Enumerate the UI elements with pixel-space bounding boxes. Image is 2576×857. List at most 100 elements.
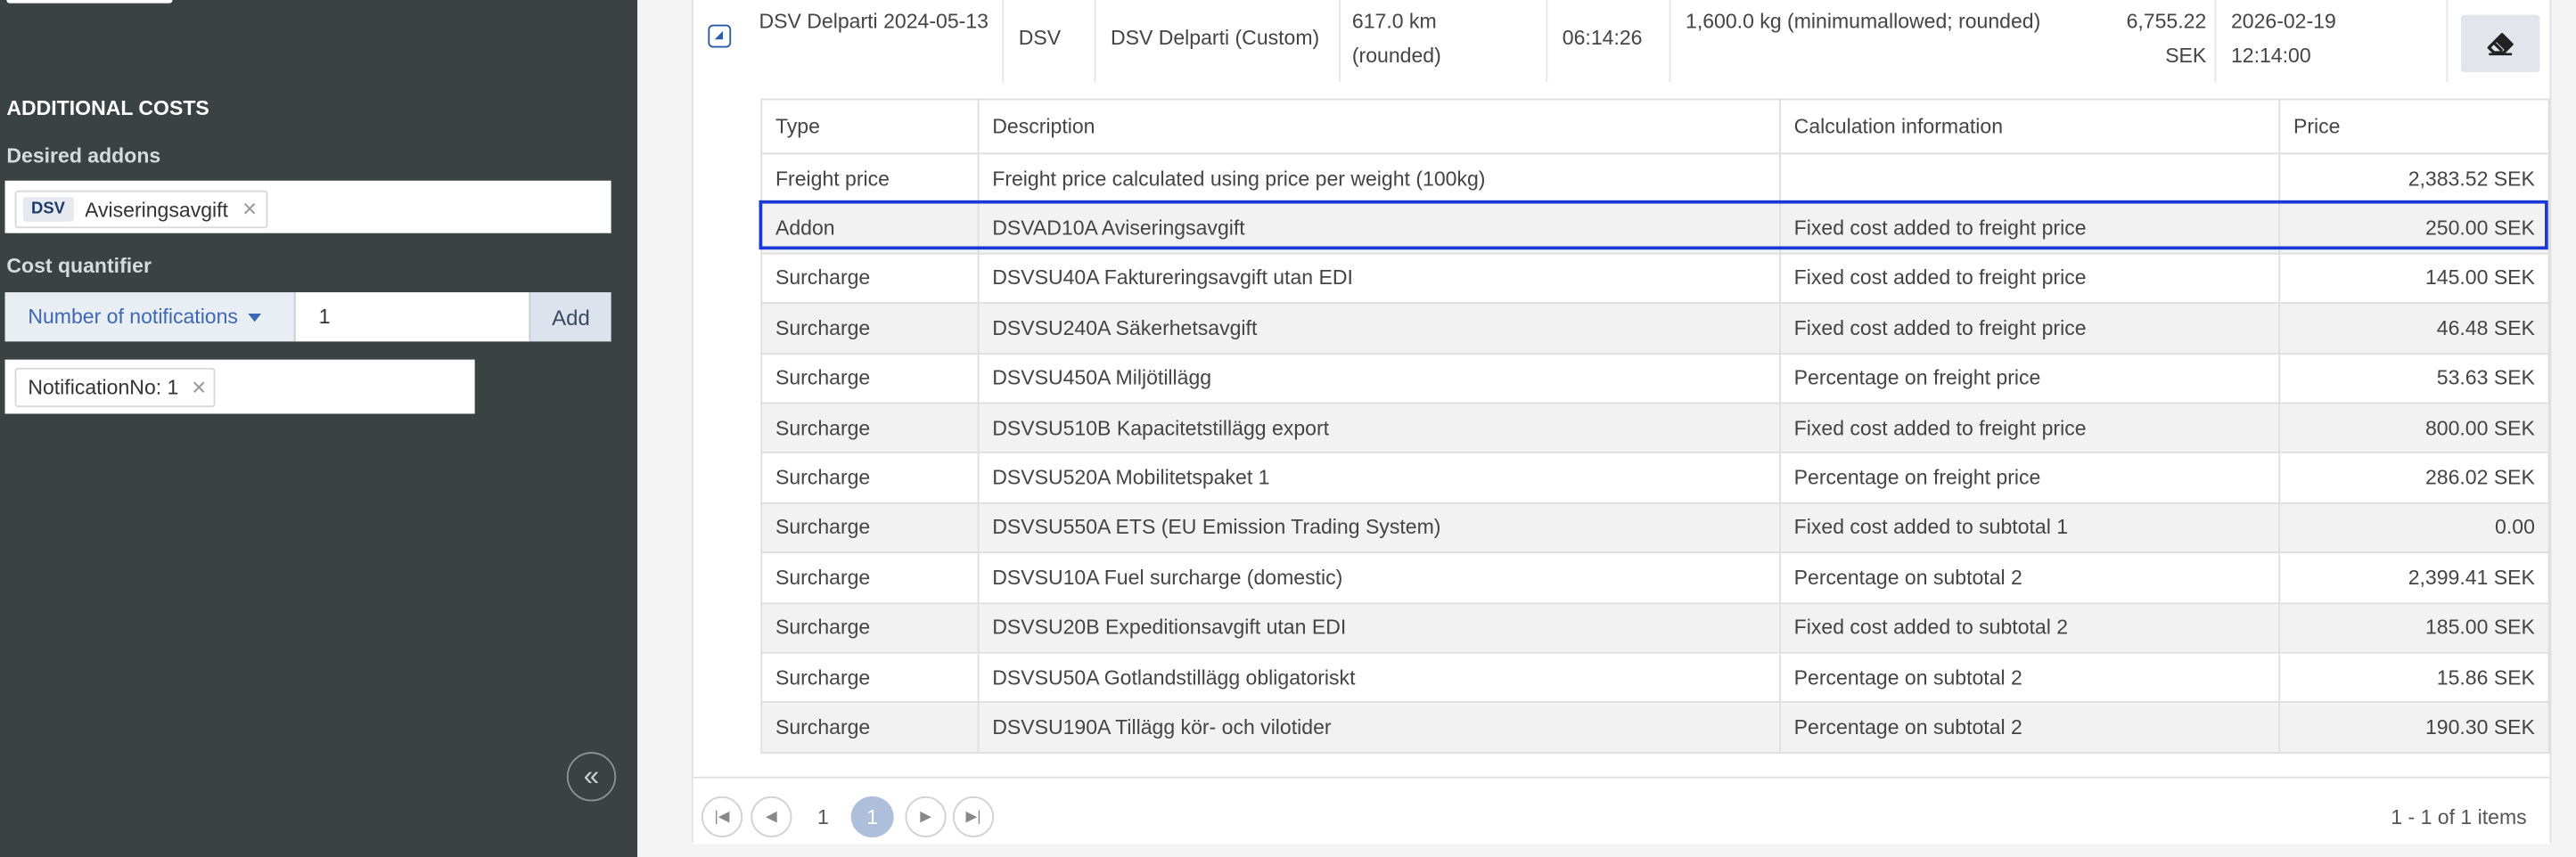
cell-calculation: Percentage on subtotal 2 (1779, 701, 2281, 754)
cell-type: Surcharge (760, 502, 980, 554)
cell-calculation (1779, 152, 2281, 205)
shipment-weight: 1,600.0 kg (minimumallowed; rounded) (1686, 10, 2041, 33)
cell-description: DSVSU20B Expeditionsavgift utan EDI (977, 601, 1781, 654)
expand-row-icon[interactable] (708, 24, 732, 48)
header-price: Price (2278, 98, 2550, 155)
addon-tag-label: Aviseringsavgift (85, 198, 228, 221)
cell-calculation: Fixed cost added to subtotal 2 (1779, 601, 2281, 654)
quantity-input[interactable] (293, 292, 529, 342)
pager-info: 1 - 1 of 1 items (2391, 805, 2527, 829)
addon-tag: DSV Aviseringsavgift × (14, 190, 269, 229)
cost-quantifier-label: Cost quantifier (6, 254, 152, 278)
next-page-icon[interactable]: ▶ (905, 796, 947, 837)
page-number-active[interactable]: 1 (850, 796, 894, 837)
cell-type: Surcharge (760, 452, 980, 504)
carrier-badge: DSV (22, 197, 74, 222)
header-description: Description (977, 98, 1781, 155)
shipment-carrier: DSV (1018, 26, 1062, 50)
cell-type: Surcharge (760, 252, 980, 305)
quantifier-row: Number of notifications Add (4, 292, 611, 342)
cell-description: Freight price calculated using price per… (977, 152, 1781, 205)
main-area: DSV Delparti 2024-05-13 DSV DSV Delparti… (637, 0, 2576, 857)
cell-type: Surcharge (760, 601, 980, 654)
pager: |◀ ◀ 1 1 ▶ ▶| 1 - 1 of 1 items (693, 776, 2550, 845)
shipment-datetime: 2026-02-19 12:14:00 (2230, 10, 2336, 68)
addons-multiselect[interactable]: DSV Aviseringsavgift × (4, 180, 611, 233)
quantifier-dropdown[interactable]: Number of notifications (4, 292, 294, 342)
first-page-icon[interactable]: |◀ (701, 796, 743, 837)
cell-description: DSVSU40A Faktureringsavgift utan EDI (977, 252, 1781, 305)
table-row[interactable]: Surcharge DSVSU450A Miljötillägg Percentag… (760, 352, 2550, 404)
shipment-name: DSV Delparti 2024-05-13 (759, 10, 989, 33)
table-row[interactable]: Surcharge DSVSU10A Fuel surcharge (domest… (760, 551, 2550, 604)
cell-calculation: Percentage on subtotal 2 (1779, 651, 2281, 704)
quantifier-selected: Number of notifications (28, 305, 238, 329)
cell-description: DSVSU190A Tillägg kör- och vilotider (977, 701, 1781, 754)
section-title: ADDITIONAL COSTS (6, 96, 209, 120)
table-row[interactable]: Surcharge DSVSU20B Expeditionsavgift utan… (760, 601, 2550, 654)
sidebar: ADDITIONAL COSTS Desired addons DSV Avis… (0, 0, 638, 857)
page-number[interactable]: 1 (801, 796, 844, 837)
cost-breakdown-table: Type Description Calculation information… (760, 98, 2550, 754)
cell-price: 2,383.52 SEK (2278, 152, 2550, 205)
collapse-sidebar-icon[interactable]: « (566, 752, 617, 802)
cell-price: 185.00 SEK (2278, 601, 2550, 654)
notification-tag-label: NotificationNo: 1 (28, 376, 179, 399)
header-calculation: Calculation information (1779, 98, 2281, 155)
cell-description: DSVSU450A Miljötillägg (977, 352, 1781, 404)
notification-tag: NotificationNo: 1 × (14, 367, 217, 408)
cell-type: Freight price (760, 152, 980, 205)
cell-calculation: Fixed cost added to freight price (1779, 402, 2281, 454)
caret-down-icon (248, 313, 261, 322)
shipment-price: 6,755.22 SEK (2126, 10, 2207, 68)
clear-button[interactable] (2460, 14, 2540, 73)
cell-description: DSVSU510B Kapacitetstillägg export (977, 402, 1781, 454)
cell-type: Surcharge (760, 402, 980, 454)
cell-price: 145.00 SEK (2278, 252, 2550, 305)
cell-price: 286.02 SEK (2278, 452, 2550, 504)
cell-calculation: Fixed cost added to subtotal 1 (1779, 502, 2281, 554)
cell-price: 190.30 SEK (2278, 701, 2550, 754)
shipment-duration: 06:14:26 (1562, 26, 1643, 50)
cell-calculation: Fixed cost added to freight price (1779, 202, 2281, 255)
cell-calculation: Percentage on subtotal 2 (1779, 551, 2281, 604)
prev-page-icon[interactable]: ◀ (751, 796, 792, 837)
cell-type: Surcharge (760, 651, 980, 704)
cell-description: DSVSU550A ETS (EU Emission Trading Syste… (977, 502, 1781, 554)
remove-icon[interactable]: × (192, 375, 206, 400)
cell-description: DSVAD10A Aviseringsavgift (977, 202, 1781, 255)
header-type: Type (760, 98, 980, 155)
table-row[interactable]: Surcharge DSVSU550A ETS (EU Emission Trad… (760, 502, 2550, 554)
cell-price: 0.00 (2278, 502, 2550, 554)
table-row[interactable]: Addon DSVAD10A Aviseringsavgift Fixed cost… (760, 202, 2550, 255)
remove-icon[interactable]: × (242, 197, 257, 222)
add-button[interactable]: Add (529, 292, 611, 342)
cell-type: Surcharge (760, 551, 980, 604)
cell-description: DSVSU10A Fuel surcharge (domestic) (977, 551, 1781, 604)
cell-price: 53.63 SEK (2278, 352, 2550, 404)
sidebar-top-button[interactable] (6, 0, 173, 4)
cell-calculation: Fixed cost added to freight price (1779, 252, 2281, 305)
cell-price: 250.00 SEK (2278, 202, 2550, 255)
cell-price: 800.00 SEK (2278, 402, 2550, 454)
table-row[interactable]: Surcharge DSVSU240A Säkerhetsavgift Fixed … (760, 302, 2550, 355)
notification-multiselect[interactable]: NotificationNo: 1 × (4, 359, 475, 414)
cell-price: 46.48 SEK (2278, 302, 2550, 355)
table-row[interactable]: Surcharge DSVSU50A Gotlandstillägg obliga… (760, 651, 2550, 704)
table-row[interactable]: Surcharge DSVSU520A Mobilitetspaket 1 Perc… (760, 452, 2550, 504)
table-row[interactable]: Surcharge DSVSU40A Faktureringsavgift uta… (760, 252, 2550, 305)
last-page-icon[interactable]: ▶| (953, 796, 995, 837)
results-panel: DSV Delparti 2024-05-13 DSV DSV Delparti… (691, 0, 2552, 845)
cell-calculation: Fixed cost added to freight price (1779, 302, 2281, 355)
cell-description: DSVSU240A Säkerhetsavgift (977, 302, 1781, 355)
cell-type: Addon (760, 202, 980, 255)
shipment-service: DSV Delparti (Custom) (1110, 26, 1320, 50)
cell-type: Surcharge (760, 352, 980, 404)
shipment-distance: 617.0 km (rounded) (1351, 10, 1441, 68)
eraser-icon (2487, 32, 2514, 55)
table-row[interactable]: Freight price Freight price calculated us… (760, 152, 2550, 205)
table-row[interactable]: Surcharge DSVSU190A Tillägg kör- och vilo… (760, 701, 2550, 754)
table-header-row: Type Description Calculation information… (760, 98, 2550, 155)
desired-addons-label: Desired addons (6, 144, 161, 167)
table-row[interactable]: Surcharge DSVSU510B Kapacitetstillägg exp… (760, 402, 2550, 454)
